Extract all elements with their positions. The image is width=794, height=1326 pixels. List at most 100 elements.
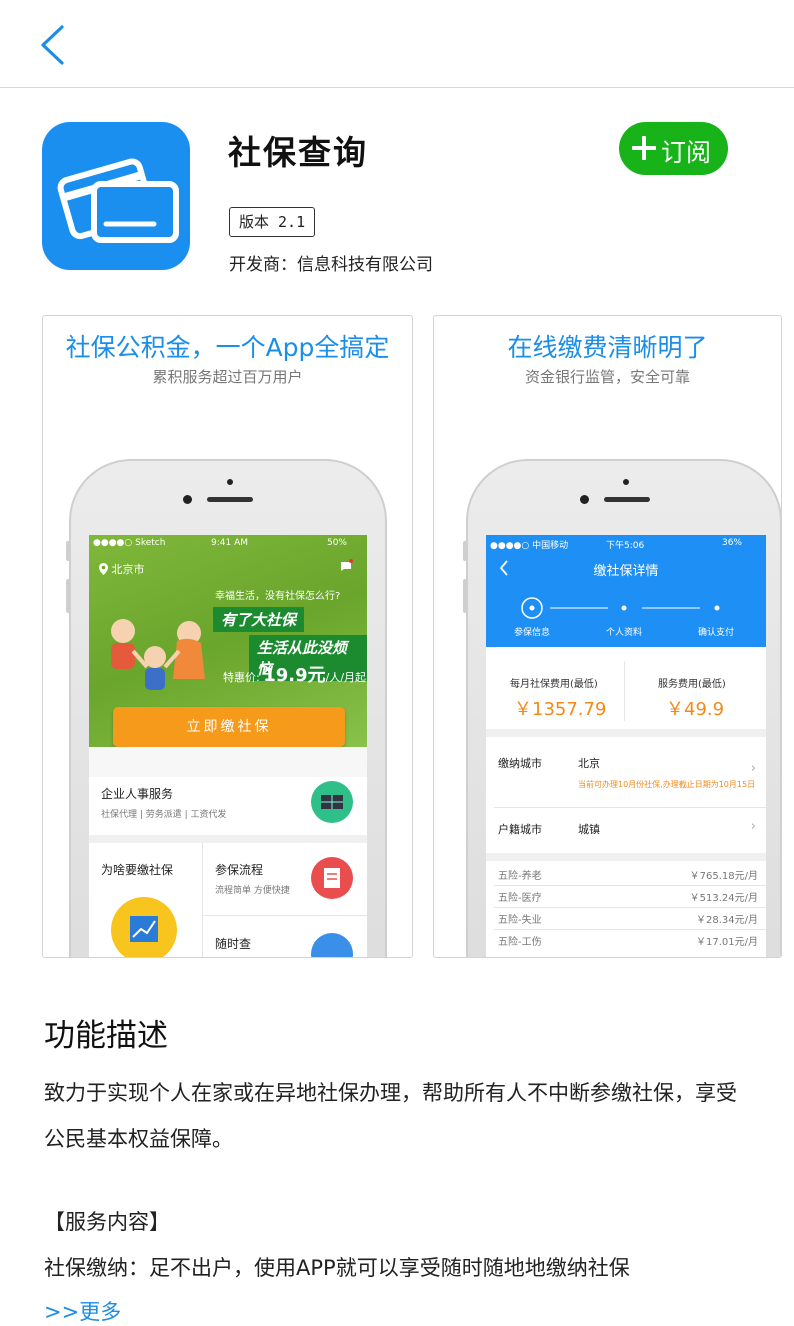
insurance-item-amount: ￥513.24元/月 <box>689 893 758 904</box>
version-badge: 版本 2.1 <box>229 207 316 237</box>
top-bar <box>0 0 794 88</box>
description-title: 功能描述 <box>44 1018 168 1054</box>
why-pay-title: 为啥要缴社保 <box>101 863 174 877</box>
insurance-item-amount: ￥28.34元/月 <box>696 915 758 926</box>
phone-screen: ●●●●○ Sketch 9:41 AM 50% 北京市 幸福生活，没有社保怎么… <box>89 535 367 957</box>
location-selector[interactable]: 北京市 <box>99 561 145 577</box>
column-divider <box>202 843 203 957</box>
phone-sensor <box>227 479 233 485</box>
detail-title: 缴社保详情 <box>593 564 659 579</box>
hero-banner-line1: 有了大社保 <box>213 607 305 632</box>
credit-card-icon <box>57 158 179 243</box>
hukou-label: 户籍城市 <box>498 823 542 836</box>
row-divider <box>494 807 766 808</box>
process-subtitle: 流程简单 方便快捷 <box>215 886 290 896</box>
chevron-right-icon: › <box>750 819 756 834</box>
step-label: 参保信息 <box>514 628 551 638</box>
hukou-row[interactable]: 户籍城市 城镇 › <box>486 809 766 851</box>
city-value: 北京 <box>578 757 600 770</box>
phone-frame: ●●●●○ 中国移动 下午5:06 36% 缴社保详情 参保信息 个人资料 确认… <box>463 459 781 957</box>
query-icon[interactable] <box>311 933 353 957</box>
hukou-value: 城镇 <box>578 823 600 836</box>
row-divider <box>494 907 766 908</box>
service-fee-value: ￥49.9 <box>666 699 725 720</box>
phone-speaker <box>604 497 650 502</box>
screenshot-title: 在线缴费清晰明了 <box>507 333 708 362</box>
phone-speaker <box>207 497 253 502</box>
insurance-item-name: 五险-失业 <box>498 915 542 926</box>
fee-summary-card: 每月社保费用(最低) ￥1357.79 服务费用(最低) ￥49.9 <box>486 647 766 729</box>
app-icon <box>42 122 190 270</box>
plus-icon <box>632 136 656 160</box>
status-time: 下午5:06 <box>606 541 645 551</box>
insurance-item-name: 五险-养老 <box>498 871 542 882</box>
enterprise-service-subtitle: 社保代理 | 劳务派遣 | 工资代发 <box>101 810 227 820</box>
monthly-fee-label: 每月社保费用(最低) <box>510 679 598 690</box>
column-divider <box>624 661 625 721</box>
step-label: 个人资料 <box>606 628 643 638</box>
status-bar: ●●●●○ Sketch 9:41 AM 50% <box>89 535 367 551</box>
step-label: 确认支付 <box>698 628 735 638</box>
hero-question: 幸福生活，没有社保怎么行? <box>215 591 341 602</box>
location-label: 北京市 <box>111 563 145 576</box>
why-pay-icon[interactable] <box>111 897 177 957</box>
price-suffix: /人/月起 <box>325 671 367 684</box>
status-battery: 50% <box>326 538 347 548</box>
status-carrier: ●●●●○ Sketch <box>93 538 166 548</box>
service-heading: 【服务内容】 <box>44 1210 170 1234</box>
service-text: 社保缴纳：足不出户，使用APP就可以享受随时随地地缴纳社保 <box>44 1256 630 1280</box>
status-carrier: ●●●●○ 中国移动 <box>490 541 569 551</box>
app-name: 社保查询 <box>228 133 368 172</box>
price-value: 19.9元 <box>263 665 326 686</box>
city-row[interactable]: 缴纳城市 北京 当前可办理10月份社保,办理截止日期为10月15日 › <box>486 737 766 805</box>
description-text: 致力于实现个人在家或在异地社保办理，帮助所有人不中断参缴社保，享受公民基本权益保… <box>44 1081 737 1151</box>
city-label: 缴纳城市 <box>498 757 542 770</box>
chevron-right-icon: › <box>750 761 756 776</box>
progress-steps <box>521 597 720 619</box>
row-divider <box>203 915 367 916</box>
screenshot-subtitle: 累积服务超过百万用户 <box>152 368 303 386</box>
screenshot-subtitle: 资金银行监管，安全可靠 <box>524 368 690 386</box>
phone-camera <box>580 495 589 504</box>
screenshot-card-2[interactable]: 在线缴费清晰明了 资金银行监管，安全可靠 ●●●●○ 中国移动 下午5:06 3… <box>433 315 782 958</box>
process-icon[interactable] <box>311 857 353 899</box>
phone-frame: ●●●●○ Sketch 9:41 AM 50% 北京市 幸福生活，没有社保怎么… <box>66 459 387 957</box>
city-note: 当前可办理10月份社保,办理截止日期为10月15日 <box>578 780 756 789</box>
row-divider <box>494 929 766 930</box>
location-pin-icon <box>99 563 108 575</box>
screenshot-card-1[interactable]: 社保公积金，一个App全搞定 累积服务超过百万用户 ●●●●○ Sketch 9… <box>42 315 413 958</box>
more-link[interactable]: >>更多 <box>44 1296 121 1326</box>
subscribe-label: 订阅 <box>661 138 712 167</box>
query-title: 随时查 <box>215 937 252 951</box>
service-fee-label: 服务费用(最低) <box>658 679 726 690</box>
phone-screen: ●●●●○ 中国移动 下午5:06 36% 缴社保详情 参保信息 个人资料 确认… <box>486 535 766 957</box>
section-separator <box>486 729 766 737</box>
enterprise-service-title: 企业人事服务 <box>101 787 174 801</box>
insurance-item-name: 五险-工伤 <box>498 937 542 948</box>
insurance-item-amount: ￥765.18元/月 <box>689 871 758 882</box>
back-chevron-icon <box>41 25 64 65</box>
pay-now-button[interactable]: 立即缴社保 <box>113 707 345 747</box>
insurance-item-amount: ￥17.01元/月 <box>696 937 758 948</box>
section-separator <box>89 835 367 843</box>
phone-side-button <box>66 579 70 613</box>
section-separator <box>486 853 766 861</box>
back-button[interactable] <box>30 18 80 72</box>
phone-sensor <box>623 479 629 485</box>
enterprise-service-icon[interactable] <box>311 781 353 823</box>
status-battery: 36% <box>721 538 742 548</box>
price-line: 特惠价: 19.9元/人/月起 <box>223 661 366 687</box>
process-title: 参保流程 <box>215 863 264 877</box>
screenshot-title: 社保公积金，一个App全搞定 <box>65 333 390 362</box>
subscribe-button[interactable]: 订阅 <box>619 122 728 175</box>
detail-header: ●●●●○ 中国移动 下午5:06 36% 缴社保详情 参保信息 个人资料 确认… <box>486 535 766 647</box>
phone-side-button <box>463 579 467 613</box>
price-prefix: 特惠价: <box>223 671 260 684</box>
row-divider <box>494 885 766 886</box>
insurance-item-name: 五险-医疗 <box>498 893 542 904</box>
phone-side-button <box>463 541 467 561</box>
developer-label: 开发商：信息科技有限公司 <box>229 255 433 275</box>
hero-illustration <box>111 619 205 690</box>
message-icon[interactable] <box>339 559 353 573</box>
status-time: 9:41 AM <box>211 538 248 548</box>
